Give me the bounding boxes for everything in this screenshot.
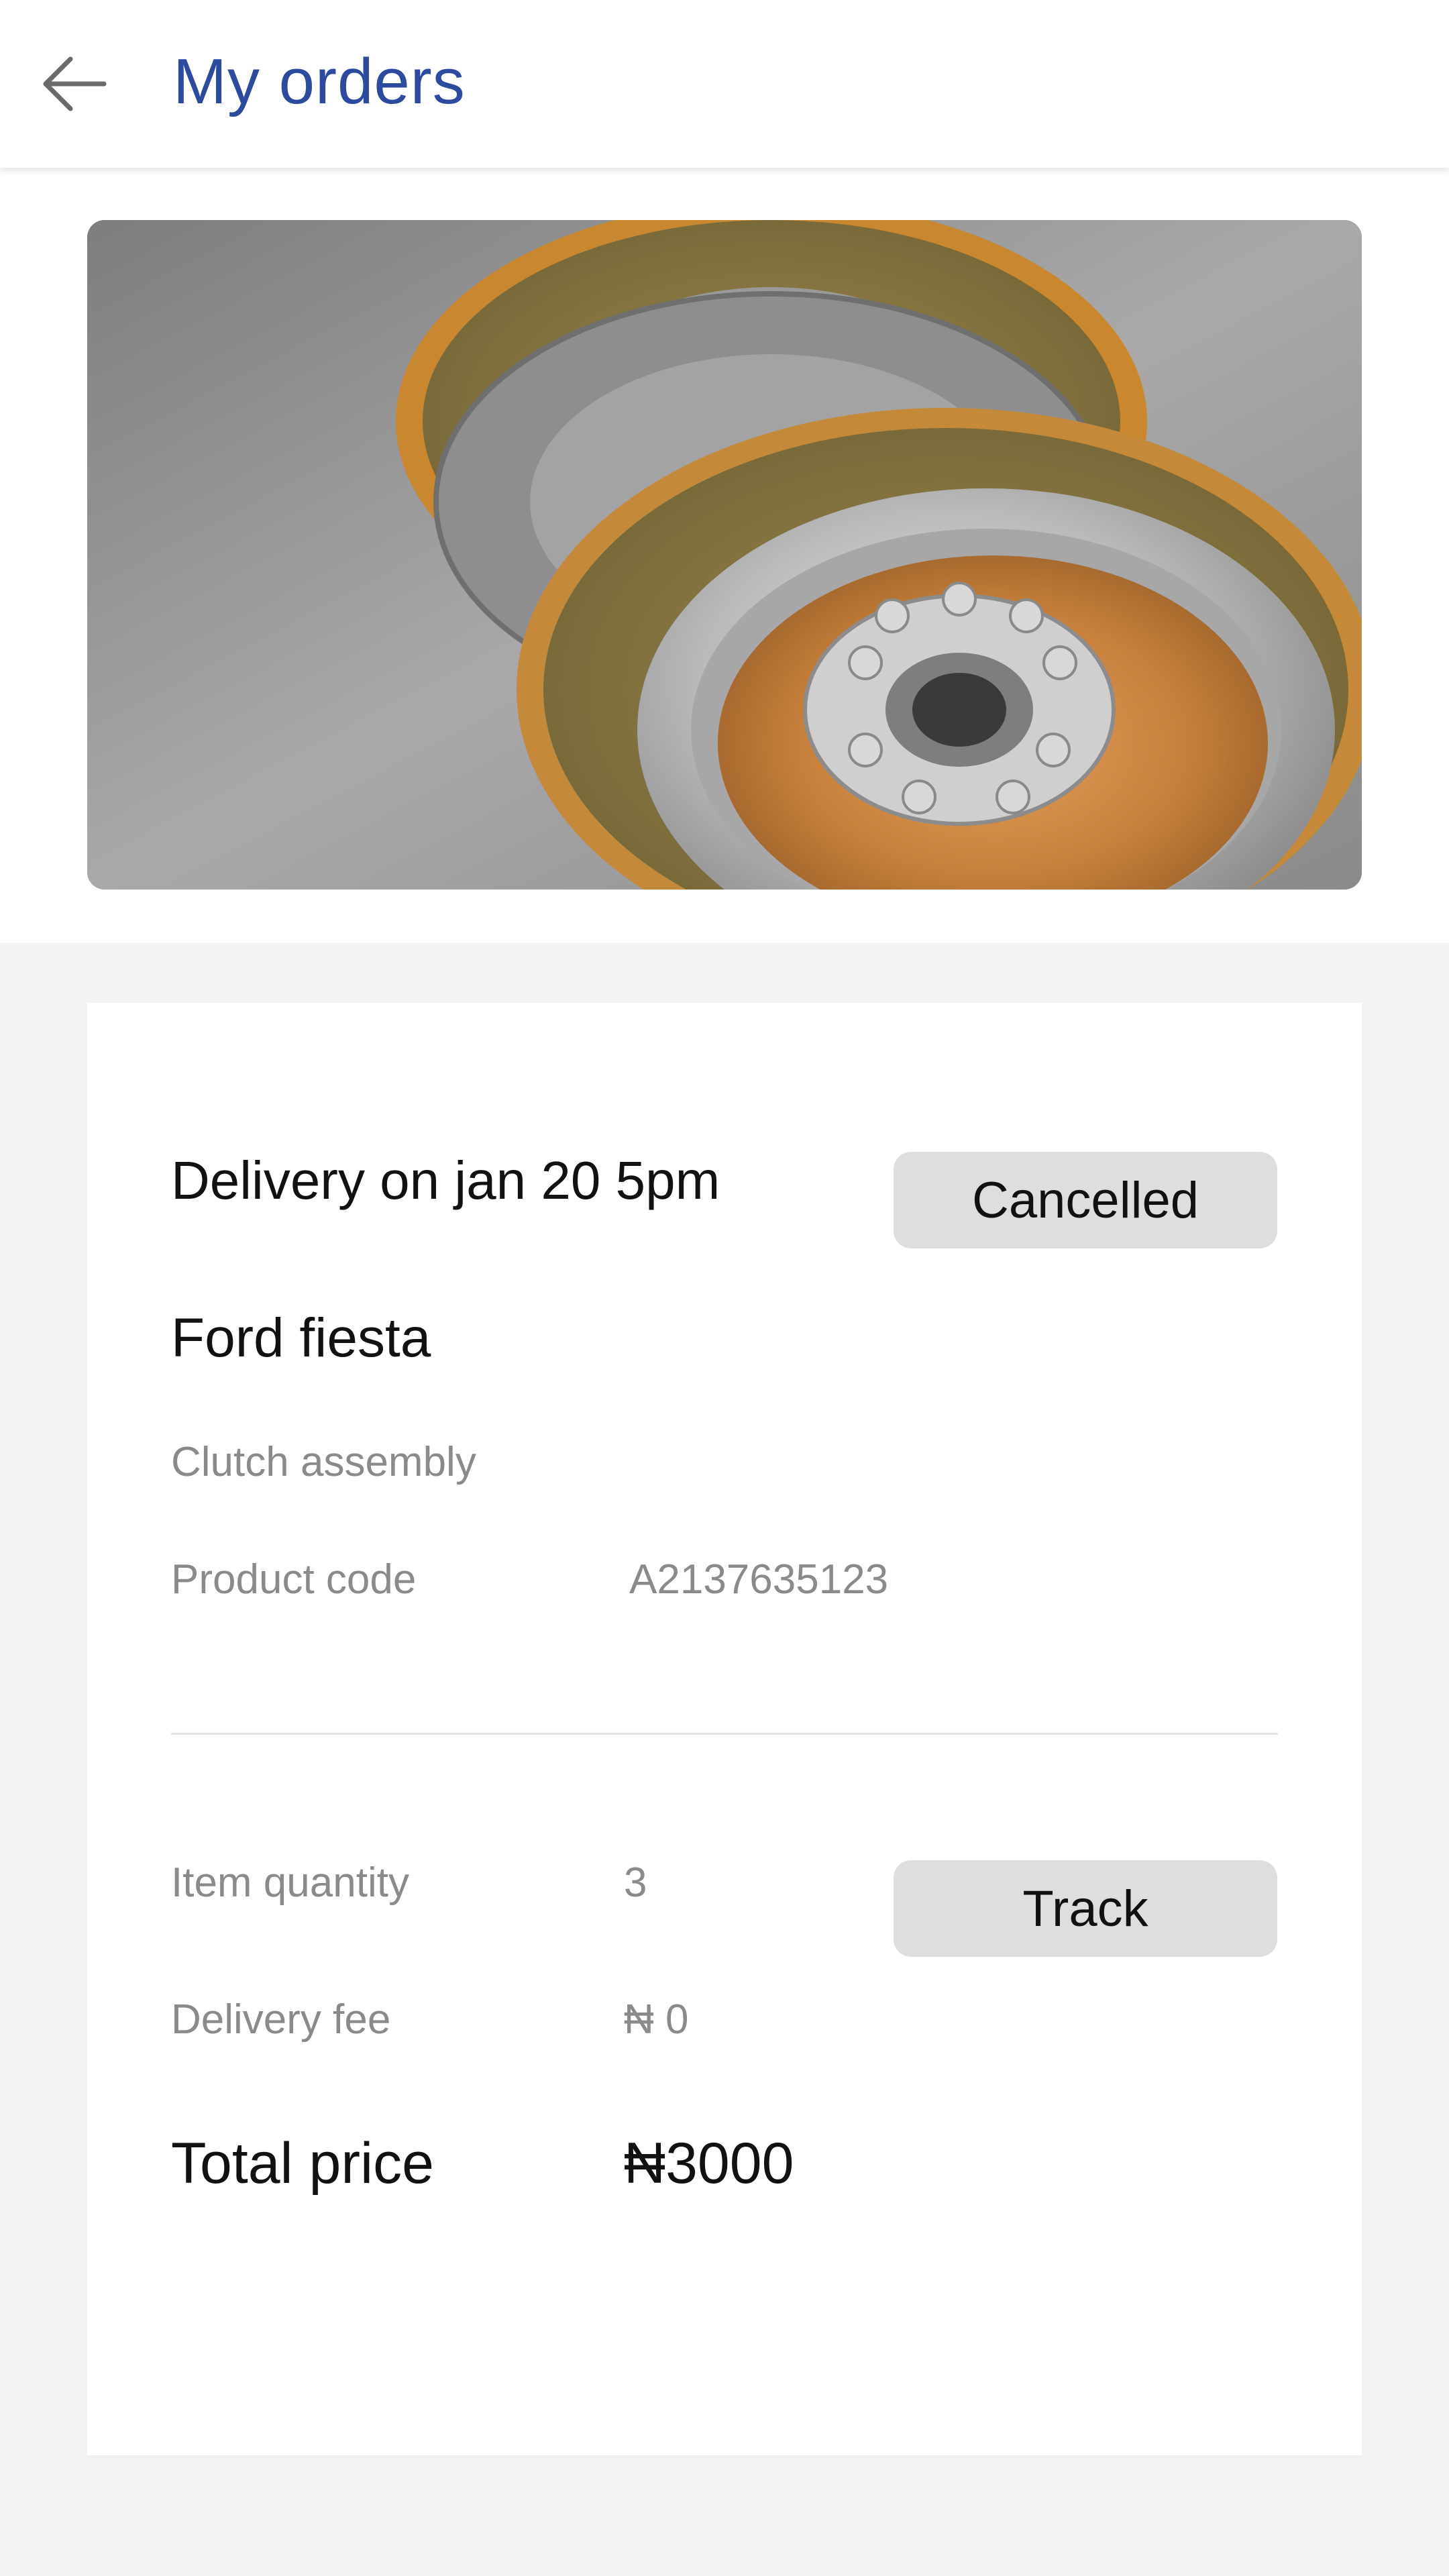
product-code-label: Product code bbox=[171, 1556, 417, 1603]
order-detail-screen: My orders Delivery on jan 20 5pm Cancell… bbox=[0, 0, 1449, 2576]
back-button[interactable] bbox=[34, 47, 114, 121]
app-header: My orders bbox=[0, 0, 1449, 168]
part-name: Clutch assembly bbox=[171, 1439, 476, 1485]
page-title: My orders bbox=[173, 46, 466, 117]
order-card: Delivery on jan 20 5pm Cancelled Ford fi… bbox=[87, 1003, 1362, 2455]
product-image bbox=[87, 220, 1362, 890]
divider bbox=[171, 1733, 1278, 1735]
total-price-label: Total price bbox=[171, 2131, 434, 2196]
product-image-section bbox=[0, 168, 1449, 943]
arrow-left-icon bbox=[43, 56, 107, 111]
item-quantity-label: Item quantity bbox=[171, 1860, 409, 1906]
clutch-assembly-illustration bbox=[87, 220, 1362, 890]
delivery-date: Delivery on jan 20 5pm bbox=[171, 1150, 720, 1210]
total-price-value: ₦3000 bbox=[624, 2131, 794, 2196]
track-button[interactable]: Track bbox=[894, 1860, 1277, 1957]
vehicle-name: Ford fiesta bbox=[171, 1307, 431, 1368]
item-quantity-value: 3 bbox=[624, 1860, 647, 1906]
delivery-fee-label: Delivery fee bbox=[171, 1996, 391, 2043]
product-code-value: A2137635123 bbox=[629, 1556, 889, 1603]
status-badge: Cancelled bbox=[894, 1152, 1277, 1248]
delivery-fee-value: ₦ 0 bbox=[624, 1996, 689, 2043]
